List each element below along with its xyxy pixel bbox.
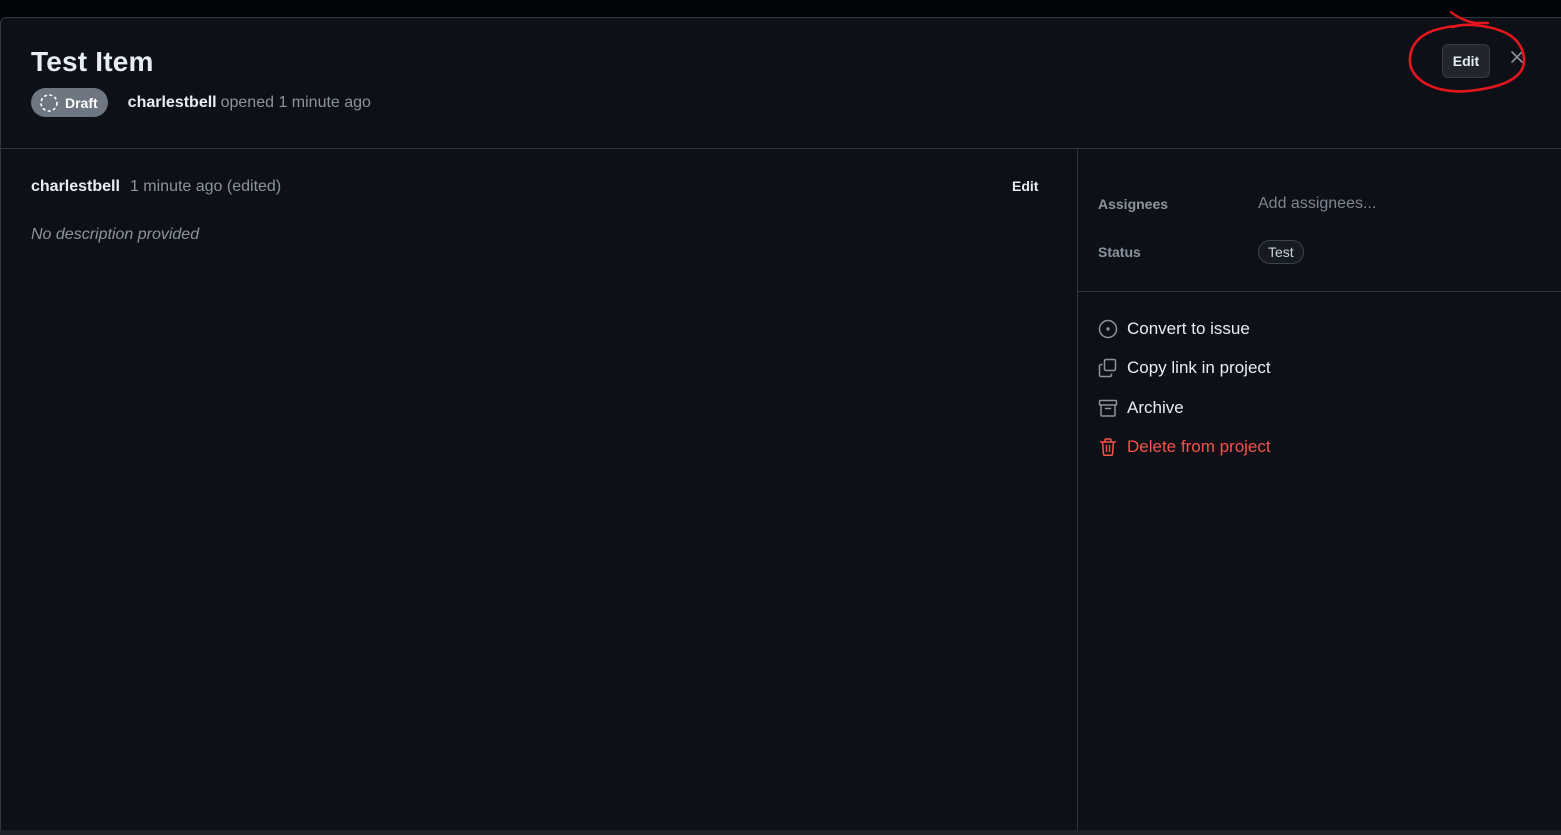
status-value-button[interactable]: Test [1258,240,1304,264]
close-button[interactable] [1505,47,1529,71]
close-icon [1510,50,1524,69]
description-body: No description provided [31,226,200,243]
window-bottom-edge [0,830,1561,835]
draft-icon [39,93,59,113]
add-assignees-button[interactable]: Add assignees... [1258,195,1376,213]
issue-opened-icon [1098,319,1118,339]
copy-icon [1098,358,1118,378]
copy-link-button[interactable]: Copy link in project [1098,349,1538,389]
edit-description-button[interactable]: Edit [1012,178,1038,194]
delete-from-project-label: Delete from project [1127,437,1271,457]
fields-section: Assignees Add assignees... Status Test [1078,149,1561,292]
assignees-field: Assignees Add assignees... [1098,195,1376,213]
item-actions: Convert to issue Copy link in project Ar… [1098,309,1538,467]
item-body: charlestbell 1 minute ago (edited) Edit … [1,149,1078,831]
opener-author-link[interactable]: charlestbell [128,94,217,111]
edit-title-button[interactable]: Edit [1442,44,1490,78]
item-title: Test Item [31,46,154,77]
delete-from-project-button[interactable]: Delete from project [1098,428,1538,468]
draft-label: Draft [65,94,98,111]
status-field: Status Test [1098,240,1304,264]
copy-link-label: Copy link in project [1127,358,1271,378]
convert-to-issue-button[interactable]: Convert to issue [1098,309,1538,349]
convert-to-issue-label: Convert to issue [1127,318,1250,338]
comment-author-link[interactable]: charlestbell [31,178,120,196]
comment-timestamp: 1 minute ago (edited) [129,178,282,195]
opened-time: opened 1 minute ago [220,93,371,111]
item-meta: Draft charlestbell opened 1 minute ago [31,88,371,117]
comment-header: charlestbell 1 minute ago (edited) [31,178,281,196]
assignees-label: Assignees [1098,196,1169,212]
item-sidebar: Assignees Add assignees... Status Test C… [1078,149,1561,831]
trash-icon [1098,437,1118,457]
item-header: Test Item Draft charlestbell opened 1 min… [1,10,1561,149]
draft-state-badge: Draft [31,88,108,117]
item-detail-panel: Test Item Draft charlestbell opened 1 min… [0,10,1561,831]
archive-button[interactable]: Archive [1098,388,1538,428]
opened-info: charlestbell opened 1 minute ago [128,94,371,112]
archive-label: Archive [1127,397,1184,417]
window-top-bar [0,0,1561,17]
archive-icon [1098,398,1118,418]
status-label: Status [1098,244,1141,260]
